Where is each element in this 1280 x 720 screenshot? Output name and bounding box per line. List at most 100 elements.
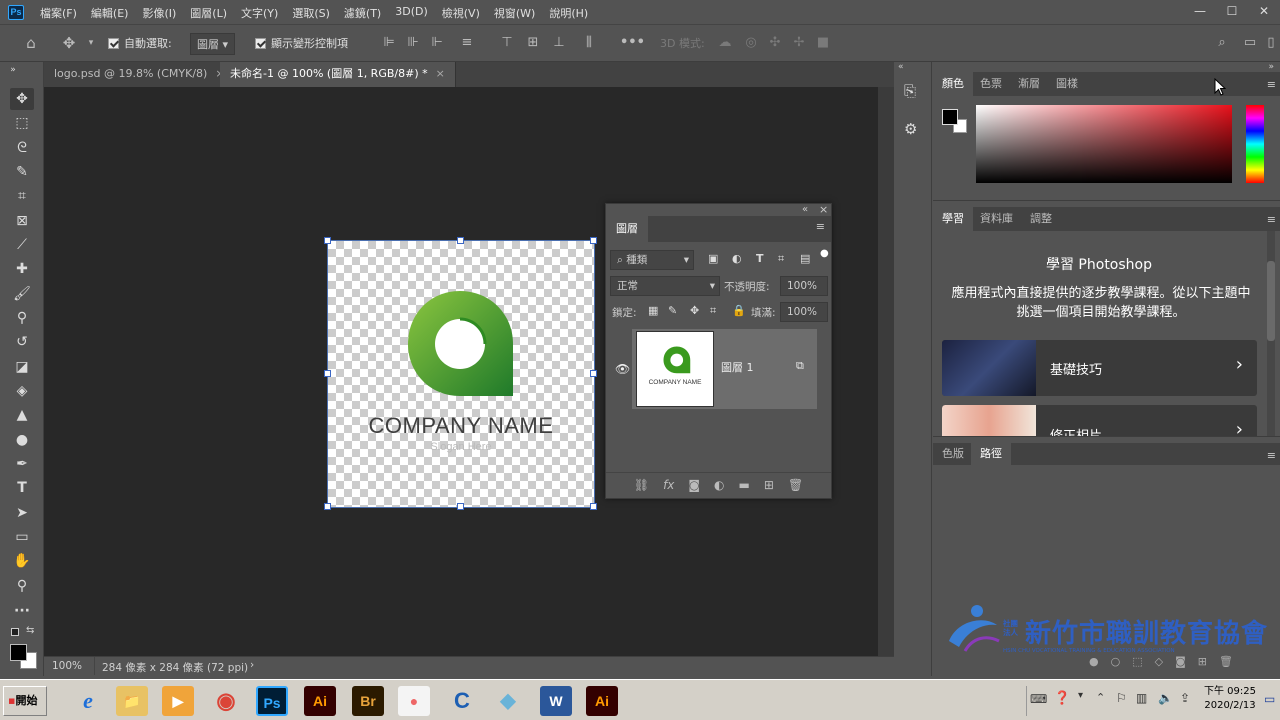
notification-icon[interactable]: ▭: [1264, 692, 1275, 706]
rectangle-tool-icon[interactable]: ▭: [10, 526, 34, 548]
add-mask-icon[interactable]: ◙: [1175, 655, 1186, 668]
healing-brush-tool-icon[interactable]: ✚: [10, 258, 34, 280]
collapse-panel-icon[interactable]: «: [802, 204, 808, 215]
move-tool-preset-icon[interactable]: ✥: [60, 34, 78, 52]
pen-tool-icon[interactable]: ✒: [10, 453, 34, 475]
tab-libraries[interactable]: 資料庫: [971, 207, 1022, 231]
close-panel-icon[interactable]: ×: [819, 203, 828, 216]
new-path-icon[interactable]: ⊞: [1198, 655, 1207, 668]
tab-untitled-1[interactable]: 未命名-1 @ 100% (圖層 1, RGB/8#) * ×: [220, 62, 456, 87]
frame-tool-icon[interactable]: ⊠: [10, 210, 34, 232]
eye-visibility-icon[interactable]: 👁: [615, 362, 630, 376]
path-selection-tool-icon[interactable]: ➤: [10, 502, 34, 524]
filter-toggle-icon[interactable]: ●: [820, 248, 829, 259]
foreground-color-swatch[interactable]: [942, 109, 958, 125]
transform-handle[interactable]: [457, 503, 464, 510]
lock-transparent-icon[interactable]: ▦: [648, 304, 658, 317]
transform-handle[interactable]: [590, 370, 597, 377]
tab-color[interactable]: 顏色: [933, 72, 973, 96]
learn-scrollbar[interactable]: [1267, 231, 1275, 437]
close-icon[interactable]: ×: [436, 67, 445, 80]
bridge-icon[interactable]: Br: [352, 686, 384, 716]
color-picker-field[interactable]: [976, 105, 1232, 183]
tab-paths[interactable]: 路徑: [971, 443, 1011, 465]
edit-toolbar-icon[interactable]: ···: [10, 600, 34, 622]
app-c-icon[interactable]: C: [446, 686, 478, 716]
start-button[interactable]: ▪開始: [3, 686, 47, 716]
menu-view[interactable]: 檢視(V): [442, 5, 480, 21]
blend-mode-dropdown[interactable]: 正常 ▾: [610, 276, 720, 296]
show-hidden-icon[interactable]: ⌃: [1096, 691, 1105, 704]
fill-path-icon[interactable]: ●: [1089, 655, 1099, 668]
quick-selection-tool-icon[interactable]: ✎: [10, 161, 34, 183]
ie-icon[interactable]: e: [72, 686, 104, 716]
illustrator-icon[interactable]: Ai: [586, 686, 618, 716]
move-tool-icon[interactable]: ✥: [10, 88, 34, 110]
tab-channels[interactable]: 色版: [933, 443, 973, 465]
upload-icon[interactable]: ⇪: [1180, 691, 1190, 705]
properties-panel-icon[interactable]: ⚙: [904, 120, 917, 138]
default-colors-icon[interactable]: [11, 628, 19, 636]
new-layer-icon[interactable]: ⊞: [764, 473, 774, 496]
history-brush-tool-icon[interactable]: ↺: [10, 331, 34, 353]
lock-artboard-icon[interactable]: ⌗: [710, 304, 716, 318]
clock[interactable]: 下午 09:25 2020/2/13: [1200, 685, 1260, 713]
panel-menu-icon[interactable]: ≡: [1267, 213, 1276, 226]
type-tool-icon[interactable]: T: [10, 477, 34, 499]
opacity-input[interactable]: 100%: [780, 276, 828, 296]
collapse-icon[interactable]: »: [6, 59, 20, 81]
transform-handle[interactable]: [324, 503, 331, 510]
maximize-button[interactable]: ☐: [1216, 0, 1248, 24]
minimize-button[interactable]: —: [1184, 0, 1216, 24]
tab-swatches[interactable]: 色票: [971, 72, 1011, 96]
link-layers-icon[interactable]: ⛓: [634, 473, 649, 496]
smart-object-filter-icon[interactable]: ▤: [800, 252, 810, 265]
app-icon[interactable]: ●: [398, 686, 430, 716]
hue-slider[interactable]: [1246, 105, 1264, 183]
hand-tool-icon[interactable]: ✋: [10, 550, 34, 572]
menu-file[interactable]: 檔案(F): [40, 5, 77, 21]
lasso-tool-icon[interactable]: ᘓ: [10, 137, 34, 159]
tab-layers[interactable]: 圖層: [606, 216, 648, 242]
collapse-panels-icon[interactable]: »: [1268, 62, 1274, 72]
network-icon[interactable]: ▥: [1136, 691, 1147, 705]
distribute-vertical-icon[interactable]: ⫼: [580, 34, 598, 52]
layer-name[interactable]: 圖層 1: [721, 359, 754, 375]
chevron-down-icon[interactable]: ▾: [1078, 690, 1083, 701]
menu-window[interactable]: 視窗(W): [494, 5, 535, 21]
menu-help[interactable]: 說明(H): [549, 5, 588, 21]
menu-3d[interactable]: 3D(D): [395, 5, 428, 21]
eyedropper-tool-icon[interactable]: ⟋: [10, 234, 34, 256]
panel-menu-icon[interactable]: ≡: [1267, 449, 1276, 462]
new-group-icon[interactable]: ▬: [739, 473, 750, 496]
paint-bucket-tool-icon[interactable]: ◈: [10, 380, 34, 402]
show-transform-checkbox[interactable]: 顯示變形控制項: [255, 35, 348, 51]
status-menu-arrow-icon[interactable]: ›: [250, 659, 254, 671]
menu-type[interactable]: 文字(Y): [241, 5, 278, 21]
fx-icon[interactable]: fx: [663, 473, 674, 496]
menu-select[interactable]: 選取(S): [292, 5, 330, 21]
expand-panels-icon[interactable]: «: [898, 62, 904, 72]
home-icon[interactable]: ⌂: [22, 34, 40, 52]
trash-icon[interactable]: 🗑: [788, 473, 803, 496]
flag-icon[interactable]: ⚐: [1116, 691, 1127, 705]
tutorial-card-fix-photos[interactable]: 修正相片 ›: [942, 405, 1257, 437]
align-bottom-icon[interactable]: ⊥: [550, 34, 568, 52]
type-filter-icon[interactable]: T: [756, 252, 764, 265]
folder-icon[interactable]: 📁: [116, 686, 148, 716]
transform-handle[interactable]: [590, 237, 597, 244]
shape-filter-icon[interactable]: ⌗: [778, 252, 784, 266]
search-icon[interactable]: ⌕: [1213, 34, 1231, 52]
align-middle-icon[interactable]: ⊞: [524, 34, 542, 52]
swap-colors-icon[interactable]: ⇆: [26, 625, 34, 636]
help-icon[interactable]: ❓: [1054, 691, 1070, 706]
trash-icon[interactable]: 🗑: [1219, 655, 1233, 668]
document-canvas[interactable]: COMPANY NAME Slogan Here: [324, 237, 597, 510]
history-panel-icon[interactable]: ⎘: [904, 82, 916, 100]
stamp-tool-icon[interactable]: ⚲: [10, 307, 34, 329]
lock-position-icon[interactable]: ✥: [690, 304, 699, 317]
share-icon[interactable]: ▯: [1262, 34, 1280, 52]
menu-edit[interactable]: 編輯(E): [91, 5, 129, 21]
layer-row[interactable]: COMPANY NAME 圖層 1 ⧉: [632, 329, 817, 409]
align-top-icon[interactable]: ⊤: [498, 34, 516, 52]
